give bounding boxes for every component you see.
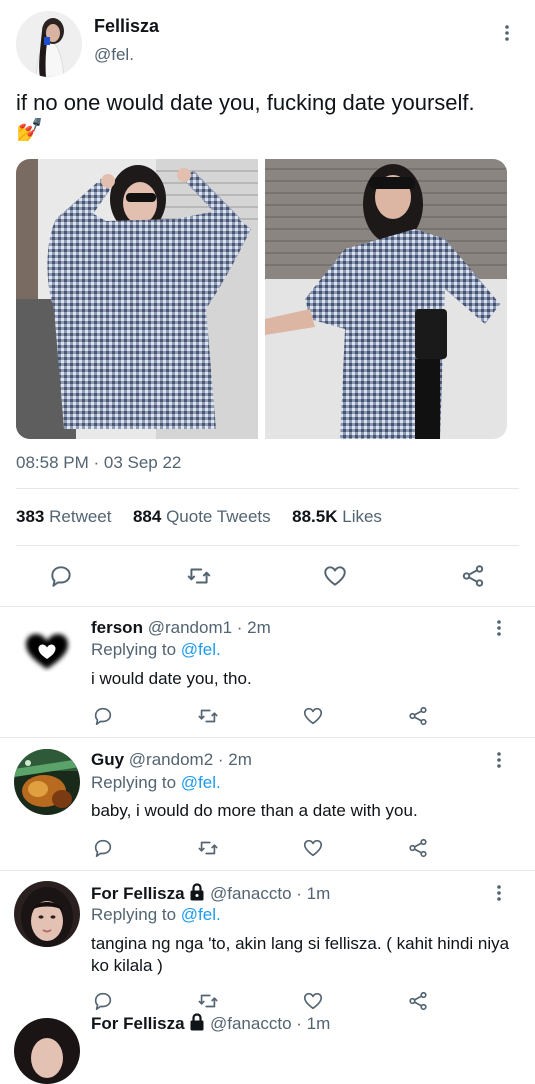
reply-header: ferson @random1 · 2m [91,618,271,638]
reply-icon[interactable] [92,705,114,732]
tweet-photo-1[interactable] [16,159,258,439]
replying-to: Replying to @fel. [91,905,221,925]
like-icon[interactable] [302,705,324,732]
retweets-count: 383 [16,507,45,526]
reply-author-handle[interactable]: @fanaccto [210,884,292,903]
replying-to: Replying to @fel. [91,773,221,793]
quotes-label: Quote Tweets [166,507,271,526]
reply-avatar[interactable] [14,749,80,815]
reply-header: For Fellisza @fanaccto · 1m [91,883,330,906]
reply-time[interactable]: · 2m [237,618,271,637]
reply-header: Guy @random2 · 2m [91,750,252,770]
tweet-photo-2[interactable] [265,159,507,439]
divider [16,488,519,489]
more-icon[interactable] [489,618,509,638]
reply-author-name[interactable]: ferson [91,618,143,637]
divider [0,737,535,738]
replying-prefix: Replying to [91,640,177,659]
divider [0,606,535,607]
reply-time[interactable]: · 2m [218,750,252,769]
retweet-icon[interactable] [197,705,219,732]
lock-icon [189,1013,205,1036]
reply-time[interactable]: · 1m [296,884,330,903]
divider [16,545,519,546]
share-icon[interactable] [407,837,429,864]
replying-to-link[interactable]: @fel. [181,773,221,792]
divider [0,870,535,871]
quotes-stat[interactable]: 884 Quote Tweets [133,507,271,526]
author-avatar[interactable] [16,11,82,77]
share-icon[interactable] [407,990,429,1017]
reply-text: tangina ng nga 'to, akin lang si fellisz… [91,934,510,975]
reply-avatar[interactable] [14,617,80,683]
more-icon[interactable] [489,883,509,903]
reply-author-name[interactable]: Guy [91,750,124,769]
tweet-stats: 383 Retweet 884 Quote Tweets 88.5K Likes [16,507,382,527]
replying-to: Replying to @fel. [91,640,221,660]
reply-icon[interactable] [92,837,114,864]
quotes-count: 884 [132,507,162,526]
reply-header: For Fellisza @fanaccto · 1m [91,1013,330,1036]
reply-avatar[interactable] [14,1018,80,1084]
reply-author-handle[interactable]: @random2 [129,750,213,769]
lock-icon [189,883,205,906]
replying-to-link[interactable]: @fel. [181,640,221,659]
reply-icon[interactable] [48,563,74,594]
more-icon[interactable] [497,23,517,43]
reply-text: baby, i would do more than a date with y… [91,801,418,820]
likes-label: Likes [342,507,382,526]
more-icon[interactable] [489,750,509,770]
like-icon[interactable] [302,837,324,864]
replying-prefix: Replying to [91,773,177,792]
like-icon[interactable] [322,563,348,594]
author-name[interactable]: Fellisza [94,16,159,37]
reply-avatar[interactable] [14,881,80,947]
retweets-label: Retweet [49,507,112,526]
tweet-emoji: 💅 [16,117,44,142]
retweet-icon[interactable] [197,837,219,864]
author-handle[interactable]: @fel. [94,45,134,65]
share-icon[interactable] [460,563,486,594]
tweet-text: if no one would date you, fucking date y… [16,90,475,115]
retweets-stat[interactable]: 383 Retweet [16,507,111,526]
reply-author-name[interactable]: For Fellisza [91,884,185,903]
likes-count: 88.5K [292,507,338,526]
replying-prefix: Replying to [91,905,177,924]
tweet-timestamp[interactable]: 08:58 PM · 03 Sep 22 [16,453,181,473]
share-icon[interactable] [407,705,429,732]
likes-stat[interactable]: 88.5K Likes [292,507,382,526]
replying-to-link[interactable]: @fel. [181,905,221,924]
retweet-icon[interactable] [186,563,212,594]
reply-author-handle[interactable]: @random1 [148,618,232,637]
reply-text: i would date you, tho. [91,669,252,688]
